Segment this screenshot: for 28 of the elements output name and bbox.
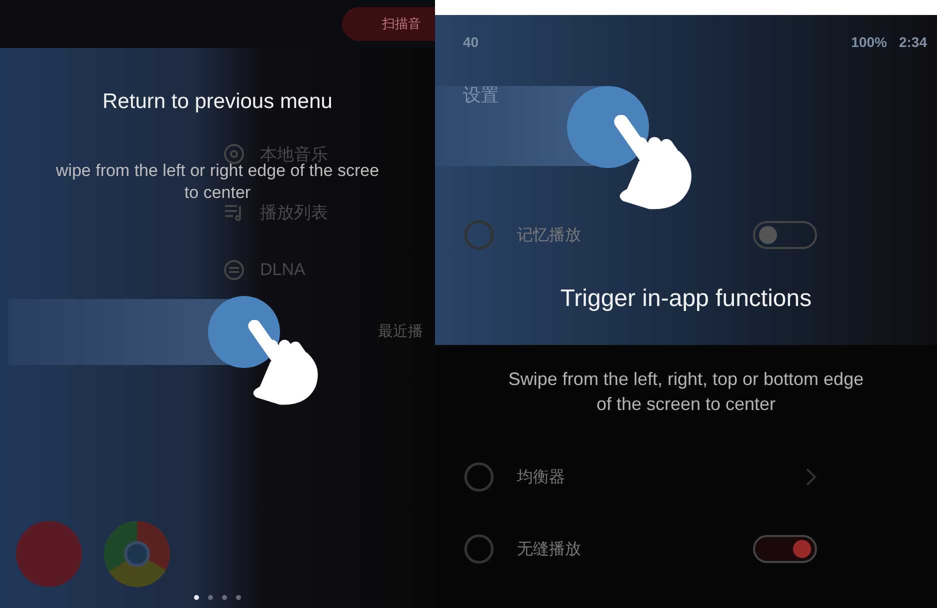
setting-label[interactable]: 均衡器 bbox=[517, 466, 565, 488]
tutorial-description: wipe from the left or right edge of the scree bbox=[56, 161, 380, 182]
page-dot[interactable] bbox=[222, 595, 227, 600]
setting-icon bbox=[463, 219, 495, 251]
setting-icon bbox=[463, 461, 495, 493]
battery-level: 100% bbox=[851, 34, 887, 50]
toggle-switch[interactable] bbox=[753, 221, 817, 249]
tutorial-title: Trigger in-app functions bbox=[559, 285, 813, 313]
page-dot[interactable] bbox=[236, 595, 241, 600]
section-title: 最近播 bbox=[378, 322, 423, 341]
menu-item[interactable]: 播放列表 bbox=[260, 200, 328, 224]
tutorial-title: Return to previous menu bbox=[102, 90, 334, 114]
setting-label[interactable]: 记忆播放 bbox=[517, 224, 581, 246]
setting-icon bbox=[463, 533, 495, 565]
cast-icon bbox=[222, 258, 246, 282]
toggle-switch[interactable] bbox=[753, 535, 817, 563]
tutorial-description: Swipe from the left, right, top or bottom edge bbox=[508, 368, 864, 391]
setting-label[interactable]: 无缝播放 bbox=[517, 538, 581, 560]
screen-title: 设置 bbox=[463, 84, 500, 107]
tutorial-description: to center bbox=[184, 182, 251, 204]
page-dot[interactable] bbox=[194, 595, 199, 600]
menu-item[interactable]: DLNA bbox=[260, 260, 306, 280]
page-dot[interactable] bbox=[208, 595, 213, 600]
tutorial-description: of the screen to center bbox=[596, 393, 776, 416]
chevron-icon bbox=[805, 467, 817, 487]
clock: 2:34 bbox=[898, 34, 927, 50]
scan-button[interactable]: 扫描音 bbox=[342, 7, 435, 41]
volume-level: 40 bbox=[463, 34, 479, 50]
